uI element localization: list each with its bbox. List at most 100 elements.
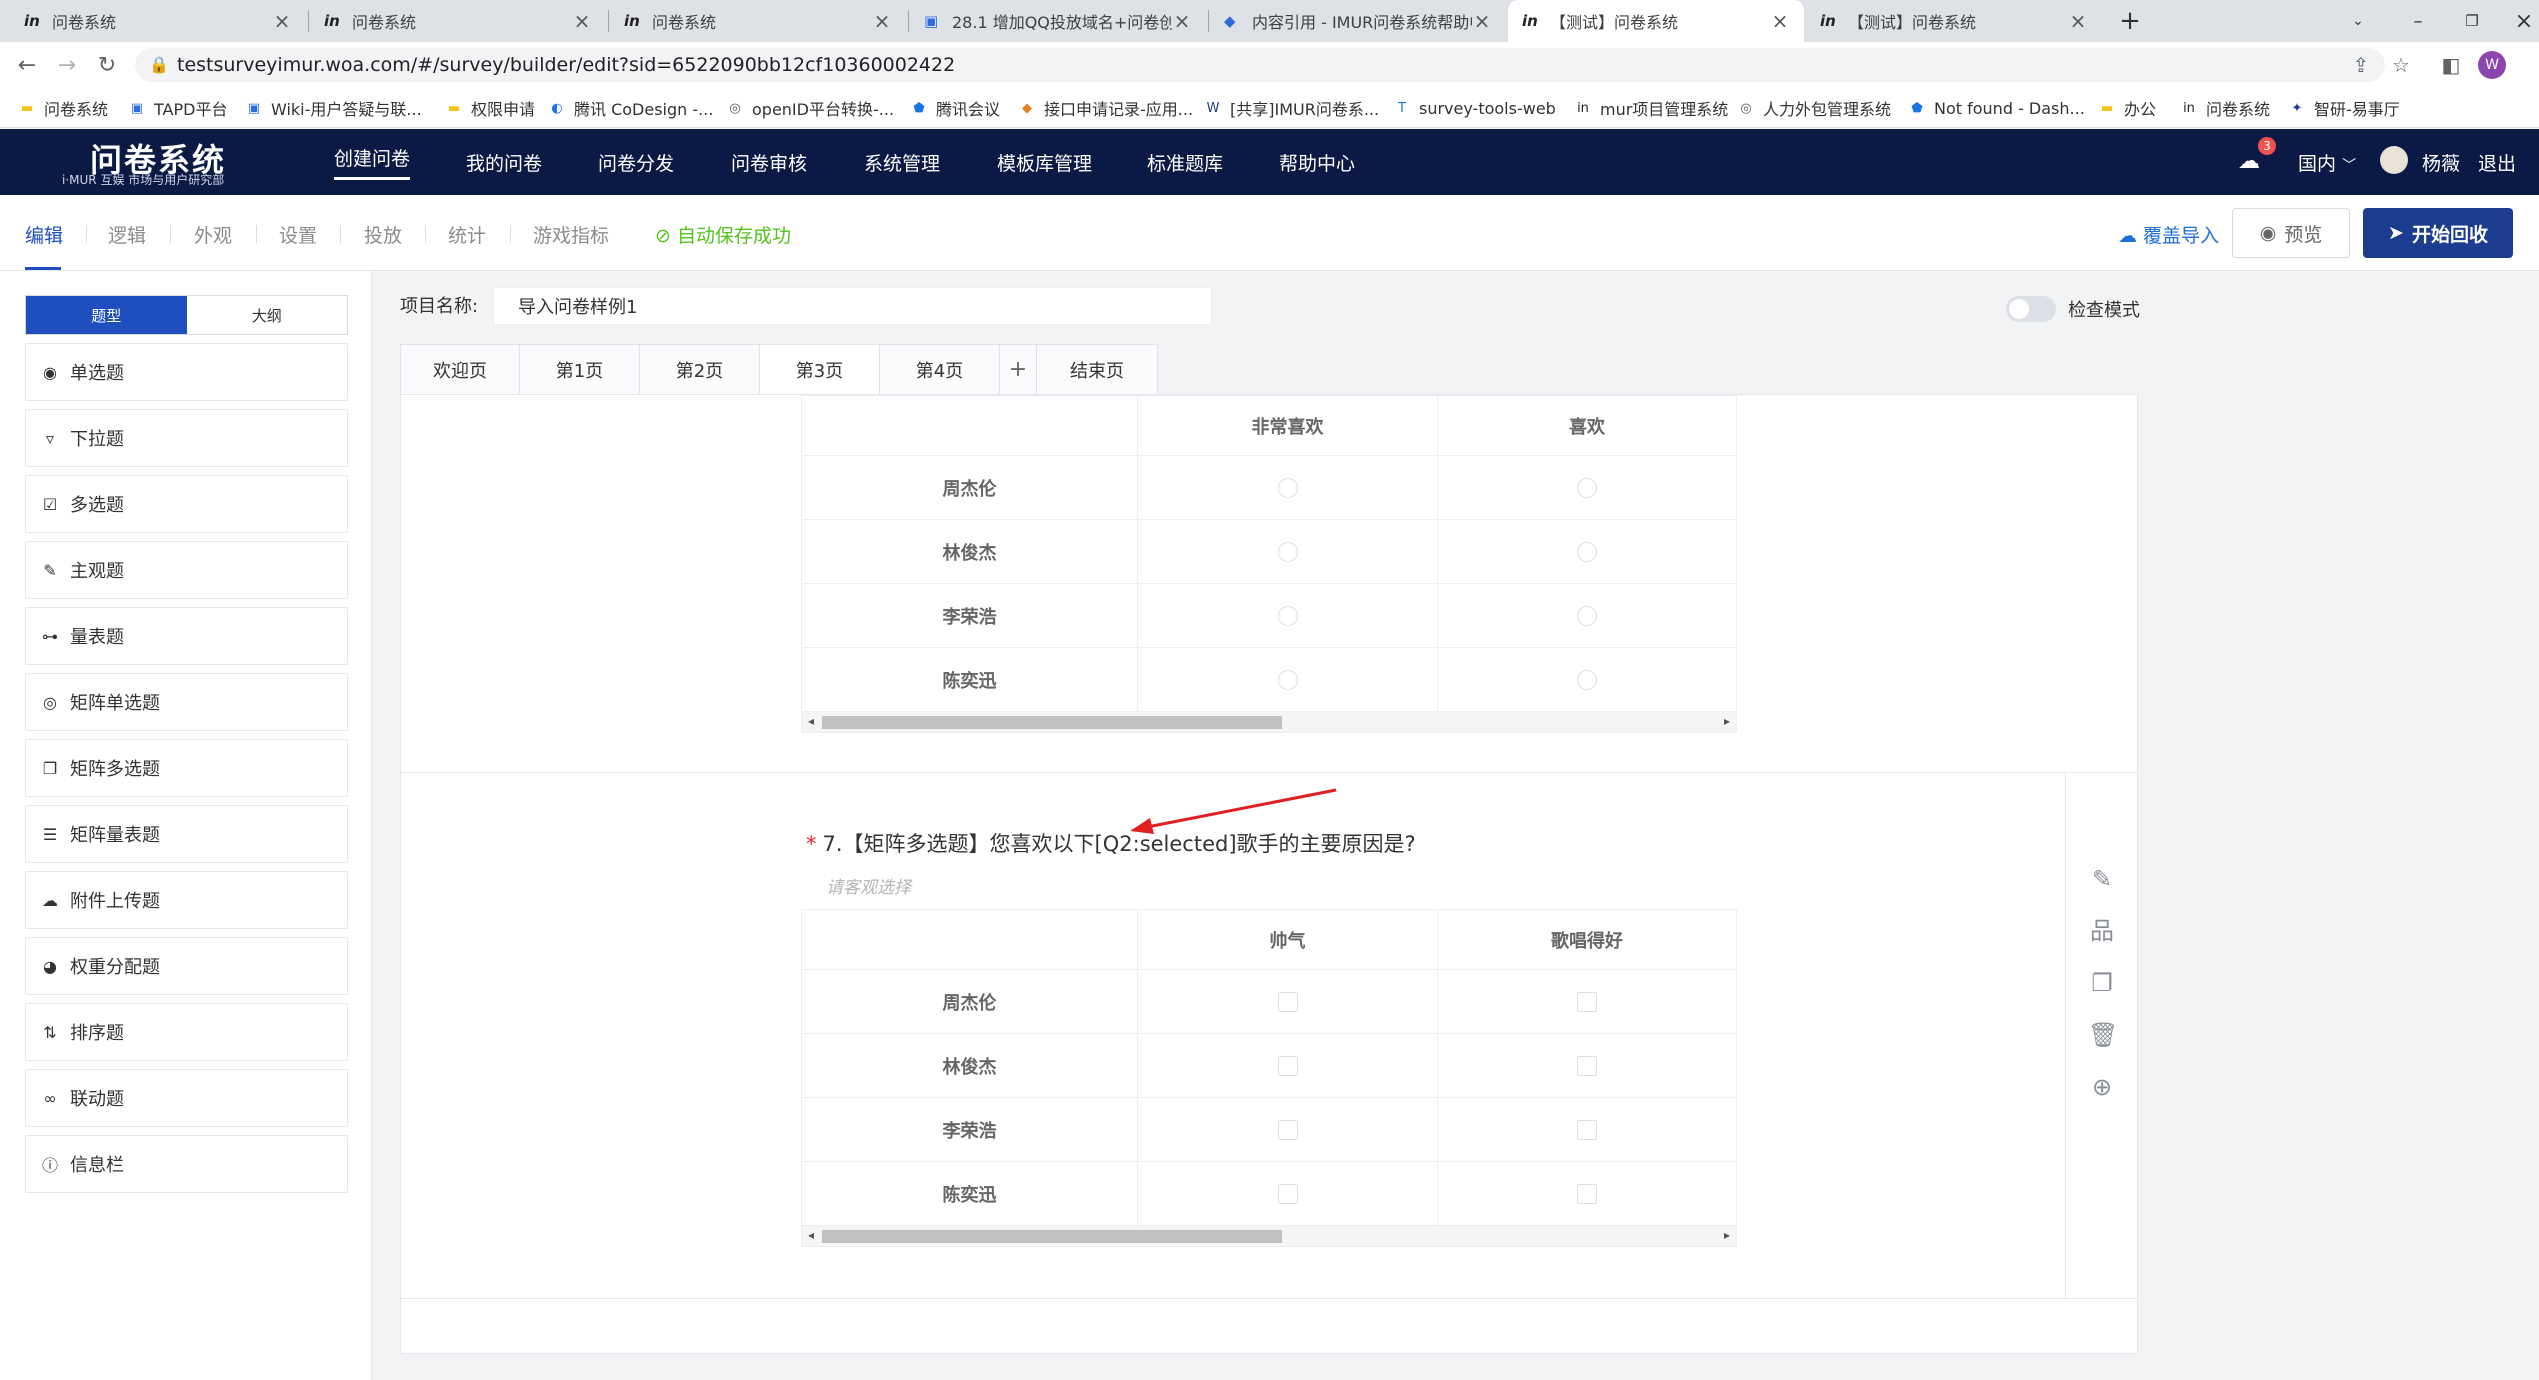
- close-icon[interactable]: ×: [272, 9, 292, 33]
- tab-page-3[interactable]: 第3页: [759, 344, 880, 394]
- scrollbar-thumb[interactable]: [822, 1230, 1282, 1243]
- tab-logic[interactable]: 逻辑: [108, 221, 146, 248]
- checkbox-option[interactable]: [1277, 1119, 1298, 1140]
- copy-icon[interactable]: ❐: [2088, 969, 2116, 997]
- close-icon[interactable]: ×: [2068, 9, 2088, 33]
- checkbox-option[interactable]: [1277, 1055, 1298, 1076]
- radio-option[interactable]: [1277, 669, 1298, 690]
- nav-my-surveys[interactable]: 我的问卷: [466, 129, 542, 195]
- bookmark-item[interactable]: ▣ TAPD平台: [128, 96, 228, 120]
- logout-link[interactable]: 退出: [2478, 149, 2516, 176]
- bookmark-item[interactable]: W [共享]IMUR问卷系...: [1204, 96, 1380, 120]
- add-circle-icon[interactable]: ⊕: [2088, 1073, 2116, 1101]
- question-type-sliders[interactable]: ☰ 矩阵量表题: [25, 805, 348, 863]
- browser-tab[interactable]: in 问卷系统 ×: [10, 0, 306, 42]
- nav-help-center[interactable]: 帮助中心: [1279, 129, 1355, 195]
- browser-tab-active[interactable]: in 【测试】问卷系统 ×: [1508, 0, 1804, 42]
- question-type-upload-cloud[interactable]: ☁ 附件上传题: [25, 871, 348, 929]
- checkbox-option[interactable]: [1577, 1055, 1597, 1076]
- bookmark-item[interactable]: in mur项目管理系统: [1574, 96, 1728, 120]
- bookmark-item[interactable]: ◐ 腾讯 CoDesign -...: [548, 96, 713, 120]
- browser-tab[interactable]: ▣ 28.1 增加QQ投放域名+问卷创建... ×: [910, 0, 1206, 42]
- browser-tab[interactable]: in 问卷系统 ×: [310, 0, 606, 42]
- bookmark-item[interactable]: Tsurvey-tools-web: [1393, 96, 1556, 120]
- start-collecting-button[interactable]: ➤ 开始回收: [2363, 208, 2513, 258]
- tab-distribute[interactable]: 投放: [364, 221, 402, 248]
- minimize-icon[interactable]: –: [2390, 0, 2446, 42]
- bookmark-item[interactable]: ⬟ 腾讯会议: [910, 96, 1000, 120]
- project-name-input[interactable]: 导入问卷样例1: [493, 287, 1212, 325]
- profile-avatar[interactable]: W: [2478, 51, 2506, 79]
- tab-game-metrics[interactable]: 游戏指标: [533, 221, 609, 248]
- bookmark-item[interactable]: ◎ openID平台转换-...: [726, 96, 894, 120]
- tab-edit[interactable]: 编辑: [25, 221, 63, 248]
- back-icon[interactable]: ←: [12, 50, 42, 80]
- scrollbar-thumb[interactable]: [822, 716, 1282, 729]
- user-name[interactable]: 杨薇: [2422, 149, 2460, 176]
- tab-search-icon[interactable]: ⌄: [2330, 0, 2386, 42]
- tab-welcome-page[interactable]: 欢迎页: [400, 344, 520, 394]
- tab-page-4[interactable]: 第4页: [879, 344, 1000, 394]
- restore-icon[interactable]: ❐: [2444, 0, 2500, 42]
- question-type-pie[interactable]: ◕ 权重分配题: [25, 937, 348, 995]
- side-panel-icon[interactable]: ◧: [2436, 50, 2466, 80]
- horizontal-scrollbar[interactable]: ◂ ▸: [802, 712, 1736, 732]
- close-icon[interactable]: ×: [1770, 9, 1790, 33]
- radio-option[interactable]: [1577, 541, 1597, 562]
- reload-icon[interactable]: ↻: [92, 50, 122, 80]
- scroll-left-icon[interactable]: ◂: [808, 1228, 814, 1242]
- url-bar[interactable]: 🔒 testsurveyimur.woa.com/#/survey/builde…: [135, 48, 2385, 82]
- question-type-scale[interactable]: ⊶ 量表题: [25, 607, 348, 665]
- segment-question-types[interactable]: 题型: [26, 296, 187, 334]
- tab-settings[interactable]: 设置: [279, 221, 317, 248]
- tab-page-1[interactable]: 第1页: [519, 344, 640, 394]
- radio-option[interactable]: [1277, 605, 1298, 626]
- tab-page-2[interactable]: 第2页: [639, 344, 760, 394]
- region-select[interactable]: 国内 ﹀: [2298, 149, 2356, 176]
- question-type-matrix-checkbox[interactable]: ❐ 矩阵多选题: [25, 739, 348, 797]
- checkbox-option[interactable]: [1577, 1119, 1597, 1140]
- checkbox-option[interactable]: [1277, 991, 1298, 1012]
- radio-option[interactable]: [1577, 477, 1597, 498]
- question-7-block[interactable]: * 7.【矩阵多选题】您喜欢以下[Q2:selected]歌手的主要原因是? 请客…: [401, 773, 2137, 1299]
- radio-option[interactable]: [1277, 541, 1298, 562]
- checkbox-option[interactable]: [1577, 1183, 1597, 1204]
- nav-template-library[interactable]: 模板库管理: [997, 129, 1092, 195]
- question-type-pencil[interactable]: ✎ 主观题: [25, 541, 348, 599]
- close-icon[interactable]: ×: [1472, 9, 1492, 33]
- radio-option[interactable]: [1277, 477, 1298, 498]
- trash-icon[interactable]: 🗑: [2088, 1021, 2118, 1049]
- check-mode-toggle[interactable]: [2006, 296, 2056, 322]
- nav-standard-questions[interactable]: 标准题库: [1147, 129, 1223, 195]
- browser-tab[interactable]: ◆ 内容引用 - IMUR问卷系统帮助中... ×: [1210, 0, 1506, 42]
- segment-outline[interactable]: 大纲: [187, 296, 348, 334]
- tab-end-page[interactable]: 结束页: [1036, 344, 1158, 394]
- browser-tab[interactable]: in 问卷系统 ×: [610, 0, 906, 42]
- nav-create-survey[interactable]: 创建问卷: [334, 129, 411, 195]
- forward-icon[interactable]: →: [52, 50, 82, 80]
- share-icon[interactable]: ⇪: [2346, 50, 2376, 80]
- bookmark-item[interactable]: ▬ 办公: [2098, 96, 2156, 120]
- nav-system-admin[interactable]: 系统管理: [864, 129, 940, 195]
- question-type-radio[interactable]: ◉ 单选题: [25, 343, 348, 401]
- logic-tree-icon[interactable]: 品: [2088, 917, 2116, 945]
- edit-icon[interactable]: ✎: [2088, 865, 2116, 893]
- close-window-icon[interactable]: ×: [2496, 0, 2539, 42]
- question-type-info[interactable]: ⓘ 信息栏: [25, 1135, 348, 1193]
- bookmark-item[interactable]: ⬟ Not found - Dash...: [1908, 96, 2084, 120]
- radio-option[interactable]: [1577, 605, 1597, 626]
- close-icon[interactable]: ×: [1172, 9, 1192, 33]
- bookmark-star-icon[interactable]: ☆: [2386, 50, 2416, 80]
- close-icon[interactable]: ×: [872, 9, 892, 33]
- close-icon[interactable]: ×: [572, 9, 592, 33]
- scroll-right-icon[interactable]: ▸: [1724, 1228, 1730, 1242]
- bookmark-item[interactable]: ◎ 人力外包管理系统: [1737, 96, 1891, 120]
- radio-option[interactable]: [1577, 669, 1597, 690]
- tab-statistics[interactable]: 统计: [448, 221, 486, 248]
- bookmark-item[interactable]: ▬ 权限申请: [445, 96, 535, 120]
- checkbox-option[interactable]: [1277, 1183, 1298, 1204]
- nav-review[interactable]: 问卷审核: [731, 129, 807, 195]
- bookmark-item[interactable]: ▣ Wiki-用户答疑与联...: [245, 96, 422, 120]
- scroll-right-icon[interactable]: ▸: [1724, 714, 1730, 728]
- checkbox-option[interactable]: [1577, 991, 1597, 1012]
